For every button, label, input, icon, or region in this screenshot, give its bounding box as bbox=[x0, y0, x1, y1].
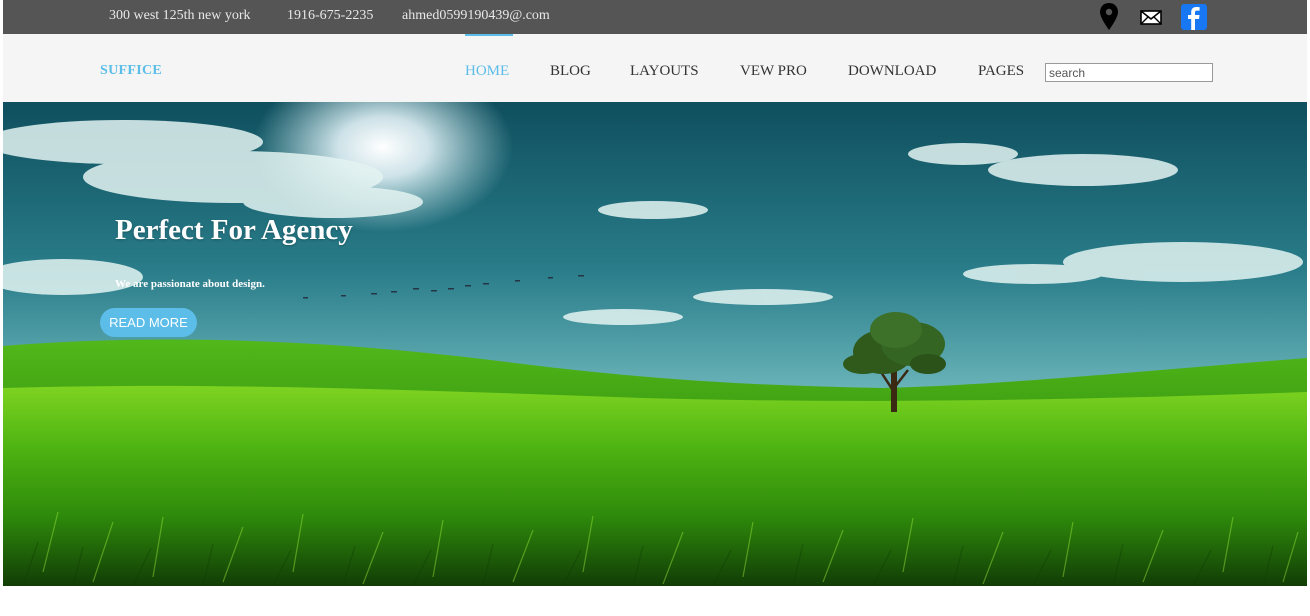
nav-item-layouts[interactable]: LAYOUTS bbox=[630, 63, 699, 80]
nav-item-pages[interactable]: PAGES bbox=[978, 63, 1024, 80]
contact-email[interactable]: ahmed0599190439@.com bbox=[402, 8, 550, 24]
nav-item-vew-pro[interactable]: VEW PRO bbox=[740, 63, 807, 80]
search-input[interactable] bbox=[1045, 63, 1213, 82]
brand-logo[interactable]: SUFFICE bbox=[100, 63, 162, 79]
hero-subtitle: We are passionate about design. bbox=[115, 278, 265, 290]
mail-icon[interactable] bbox=[1138, 2, 1164, 32]
hero-title: Perfect For Agency bbox=[115, 214, 353, 246]
hero-banner: Perfect For Agency We are passionate abo… bbox=[3, 102, 1307, 586]
contact-address: 300 west 125th new york bbox=[109, 8, 251, 23]
top-contact-bar: 300 west 125th new york 1916-675-2235 ah… bbox=[3, 0, 1307, 34]
map-pin-icon[interactable] bbox=[1098, 2, 1120, 32]
contact-phone: 1916-675-2235 bbox=[287, 8, 374, 23]
active-nav-indicator bbox=[465, 34, 513, 36]
facebook-icon[interactable] bbox=[1180, 2, 1208, 32]
nav-item-blog[interactable]: BLOG bbox=[550, 63, 591, 80]
nav-item-download[interactable]: DOWNLOAD bbox=[848, 63, 936, 80]
nav-item-home[interactable]: HOME bbox=[465, 63, 509, 80]
main-navbar: SUFFICE HOME BLOG LAYOUTS VEW PRO DOWNLO… bbox=[3, 34, 1307, 102]
read-more-button[interactable]: READ MORE bbox=[100, 308, 197, 337]
hero-landscape-image bbox=[3, 102, 1307, 586]
